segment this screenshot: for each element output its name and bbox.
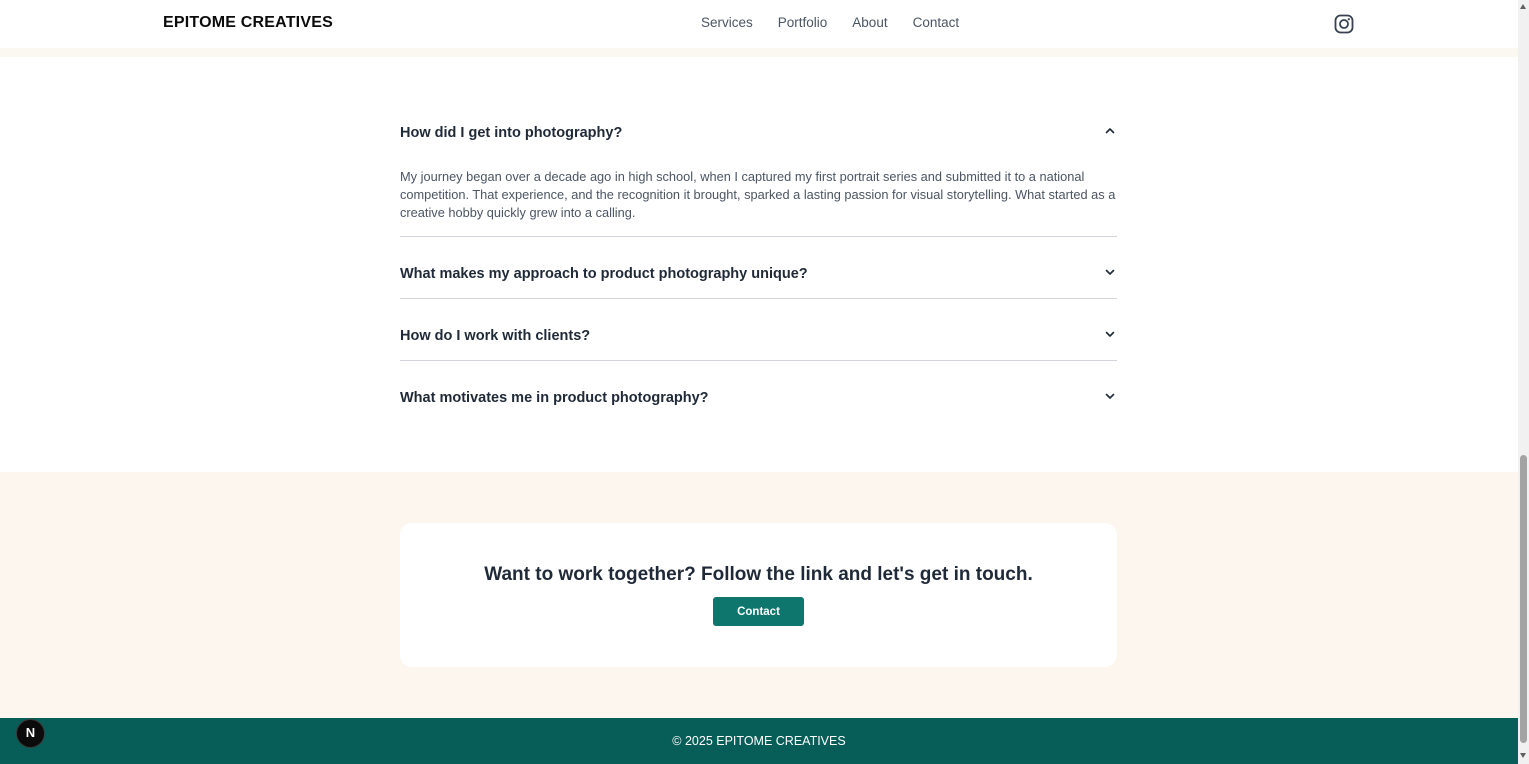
instagram-icon[interactable] <box>1334 14 1354 34</box>
page: EPITOME CREATIVES Services Portfolio Abo… <box>0 0 1518 764</box>
header-divider-band <box>0 48 1518 57</box>
cta-title: Want to work together? Follow the link a… <box>484 564 1033 585</box>
footer-copyright: © 2025 EPITOME CREATIVES <box>672 734 846 748</box>
nav-link-about[interactable]: About <box>852 15 887 30</box>
site-logo[interactable]: EPITOME CREATIVES <box>163 14 333 32</box>
main-nav: Services Portfolio About Contact <box>701 15 959 30</box>
nextjs-dev-badge[interactable]: N <box>16 719 45 748</box>
nav-link-contact[interactable]: Contact <box>913 15 960 30</box>
contact-button[interactable]: Contact <box>713 597 804 626</box>
faq-question[interactable]: What motivates me in product photography… <box>400 361 1117 423</box>
faq-question[interactable]: How do I work with clients? <box>400 299 1117 361</box>
faq-item[interactable]: What makes my approach to product photog… <box>400 237 1117 299</box>
chevron-down-icon[interactable] <box>1105 388 1115 399</box>
faq-answer: My journey began over a decade ago in hi… <box>400 169 1116 220</box>
chevron-up-icon[interactable] <box>1105 123 1115 134</box>
faq-question[interactable]: How did I get into photography? <box>400 110 1117 156</box>
faq-item[interactable]: What motivates me in product photography… <box>400 361 1117 423</box>
faq-section: How did I get into photography? My journ… <box>400 110 1117 423</box>
faq-item[interactable]: How do I work with clients? <box>400 299 1117 361</box>
scroll-up-arrow-icon[interactable] <box>1520 4 1526 9</box>
scrollbar-thumb[interactable] <box>1520 455 1527 743</box>
chevron-down-icon[interactable] <box>1105 264 1115 275</box>
nav-link-portfolio[interactable]: Portfolio <box>778 15 828 30</box>
scroll-down-arrow-icon[interactable] <box>1520 753 1526 758</box>
faq-item[interactable]: How did I get into photography? My journ… <box>400 110 1117 237</box>
site-header: EPITOME CREATIVES Services Portfolio Abo… <box>0 0 1518 48</box>
page-scrollbar[interactable] <box>1518 0 1529 764</box>
chevron-down-icon[interactable] <box>1105 326 1115 337</box>
site-footer: © 2025 EPITOME CREATIVES <box>0 718 1518 764</box>
cta-section: Want to work together? Follow the link a… <box>0 472 1518 718</box>
nav-link-services[interactable]: Services <box>701 15 753 30</box>
faq-question[interactable]: What makes my approach to product photog… <box>400 237 1117 299</box>
cta-card: Want to work together? Follow the link a… <box>400 523 1117 667</box>
